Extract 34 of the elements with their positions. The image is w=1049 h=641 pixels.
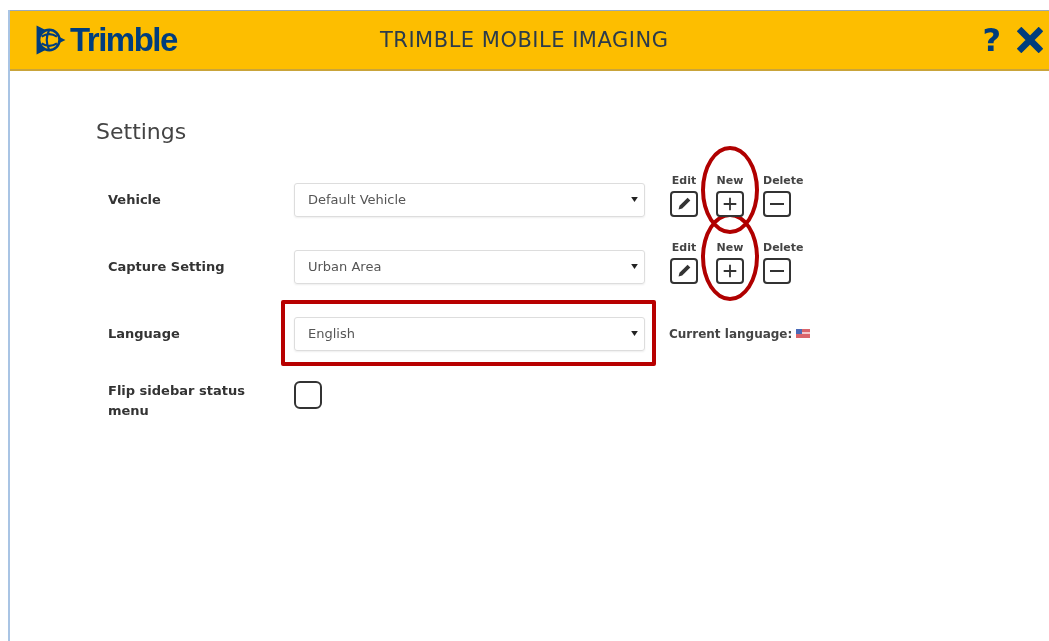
action-label: New [716, 174, 744, 187]
minus-icon [770, 270, 784, 272]
edit-button[interactable] [670, 258, 698, 284]
dropdown[interactable]: Urban Area [294, 249, 645, 284]
caret-icon [631, 331, 638, 336]
edit-button[interactable] [670, 191, 698, 217]
field-label: Language [107, 324, 181, 343]
action-label: New [716, 241, 744, 254]
action-label: Delete [763, 174, 804, 187]
action-label: Edit [671, 174, 697, 187]
remove-button[interactable] [763, 258, 791, 284]
plus-icon [721, 195, 739, 213]
window-title: TRIMBLE MOBILE IMAGING [380, 28, 669, 52]
add-button[interactable] [716, 258, 744, 284]
caret-icon [631, 264, 638, 269]
flag-icon [796, 329, 811, 338]
field-label: Vehicle [107, 190, 162, 209]
minus-icon [770, 203, 784, 205]
help-button[interactable]: ? [982, 21, 1001, 59]
remove-button[interactable] [763, 191, 791, 217]
current-language-label: Current language: [669, 326, 793, 341]
action-label: Delete [763, 241, 804, 254]
close-icon[interactable] [1017, 27, 1043, 53]
dropdown[interactable]: English [294, 316, 645, 351]
add-button[interactable] [716, 191, 744, 217]
plus-icon [721, 262, 739, 280]
field-label: Capture Setting [107, 257, 226, 276]
checkbox[interactable] [294, 381, 322, 409]
logo-text: Trimble [70, 21, 177, 59]
action-label: Edit [671, 241, 697, 254]
field-label: Flip sidebar status menu [107, 382, 246, 420]
dropdown[interactable]: Default Vehicle [294, 182, 645, 217]
page-title: Settings [96, 119, 188, 144]
caret-icon [631, 197, 638, 202]
